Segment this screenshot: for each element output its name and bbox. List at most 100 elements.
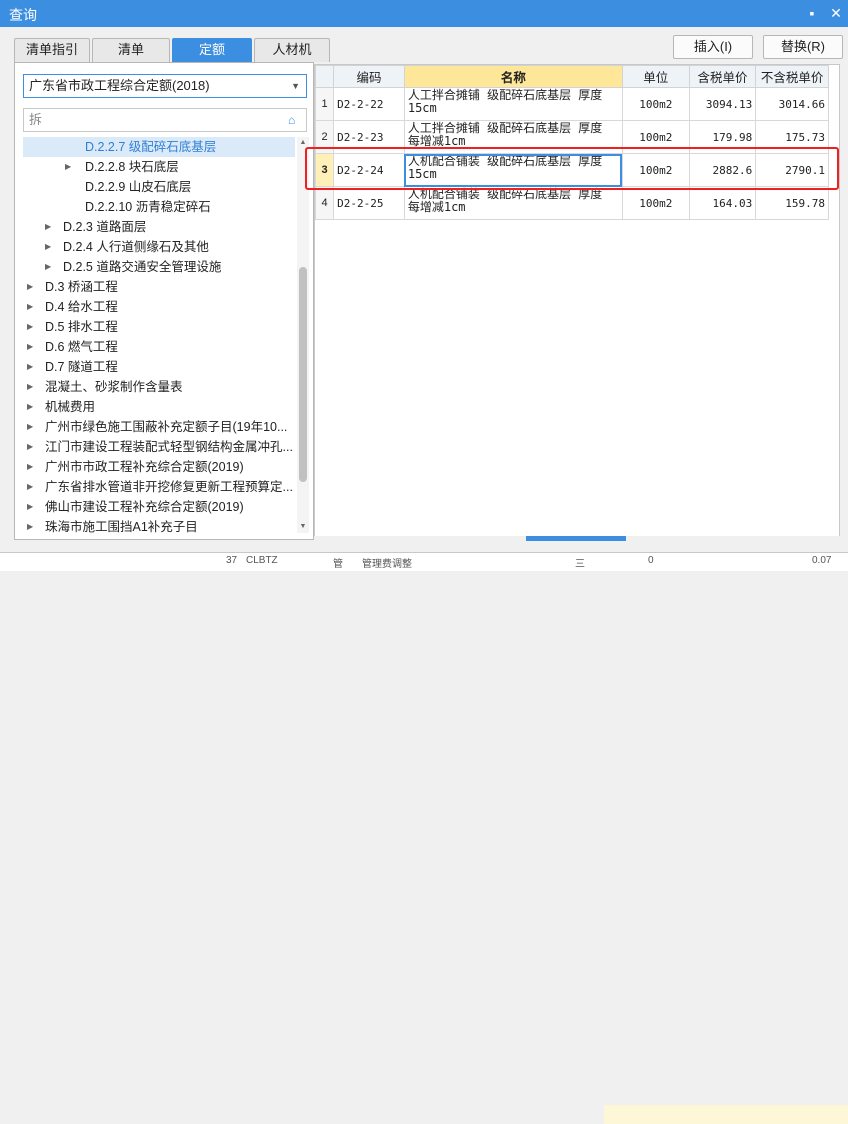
tab-bill[interactable]: 清单 xyxy=(92,38,170,62)
header-name[interactable]: 名称 xyxy=(403,65,623,88)
row-index[interactable]: 3 xyxy=(314,153,335,187)
expand-arrow-icon[interactable]: ▶ xyxy=(45,257,55,277)
cell-name[interactable]: 人机配合铺装 级配碎石底基层 厚度 每增减1cm xyxy=(403,186,623,220)
tree-item[interactable]: ▶ 佛山市建设工程补充综合定额(2019) xyxy=(23,497,295,517)
tab-bill-guide[interactable]: 清单指引 xyxy=(14,38,90,62)
search-value: 拆 xyxy=(29,112,43,127)
header-price-tax[interactable]: 含税单价 xyxy=(688,65,757,88)
header-unit[interactable]: 单位 xyxy=(621,65,690,88)
scroll-up-icon[interactable]: ▲ xyxy=(297,137,309,149)
header-code[interactable]: 编码 xyxy=(333,65,405,88)
replace-button[interactable]: 替换(R) xyxy=(763,35,843,59)
cell-unit[interactable]: 100m2 xyxy=(621,186,690,220)
cell-price-tax[interactable]: 179.98 xyxy=(688,120,757,154)
tree-item[interactable]: ▶ D.7 隧道工程 xyxy=(23,357,295,377)
cell-code[interactable]: D2-2-22 xyxy=(333,87,405,121)
expand-arrow-icon[interactable]: ▶ xyxy=(45,237,55,257)
cell-name[interactable]: 人工拌合摊铺 级配碎石底基层 厚度 15cm xyxy=(403,87,623,121)
expand-arrow-icon[interactable]: ▶ xyxy=(27,497,37,517)
tab-quota[interactable]: 定额 xyxy=(172,38,252,62)
cell-price-tax[interactable]: 2882.6 xyxy=(688,153,757,187)
search-filter-icon[interactable]: ⌂ xyxy=(288,113,302,127)
tree-item[interactable]: ▶ 混凝土、砂浆制作含量表 xyxy=(23,377,295,397)
scroll-down-icon[interactable]: ▼ xyxy=(297,521,309,533)
tree-item[interactable]: ▶ 珠海市施工围挡A1补充子目 xyxy=(23,517,295,533)
search-input[interactable]: 拆 ⌂ xyxy=(23,108,307,132)
minimize-icon[interactable]: ▪ xyxy=(802,3,822,23)
cell-price-notax[interactable]: 2790.1 xyxy=(755,153,829,187)
tree-item[interactable]: ▶ 机械费用 xyxy=(23,397,295,417)
grid-hscrollbar[interactable] xyxy=(314,536,840,542)
chevron-down-icon[interactable]: ▼ xyxy=(291,75,300,97)
tree-item[interactable]: ▶ D.3 桥涵工程 xyxy=(23,277,295,297)
table-row[interactable]: 2 D2-2-23 人工拌合摊铺 级配碎石底基层 厚度 每增减1cm 100m2 179… xyxy=(314,120,829,154)
expand-arrow-icon[interactable]: ▶ xyxy=(27,397,37,417)
tree-item[interactable]: ▶ 广州市绿色施工围蔽补充定额子目(19年10... xyxy=(23,417,295,437)
tree-item-label: D.2.2.7 级配碎石底基层 xyxy=(85,140,217,154)
hscroll-thumb[interactable] xyxy=(526,536,626,541)
expand-arrow-icon[interactable]: ▶ xyxy=(27,377,37,397)
expand-arrow-icon[interactable]: ▶ xyxy=(27,297,37,317)
cell-price-notax[interactable]: 3014.66 xyxy=(755,87,829,121)
cell-price-notax[interactable]: 159.78 xyxy=(755,186,829,220)
cell-name[interactable]: 人机配合铺装 级配碎石底基层 厚度 15cm xyxy=(403,153,623,187)
table-row[interactable]: 3 D2-2-24 人机配合铺装 级配碎石底基层 厚度 15cm 100m2 2882.… xyxy=(314,153,829,187)
table-row[interactable]: 4 D2-2-25 人机配合铺装 级配碎石底基层 厚度 每增减1cm 100m2 164… xyxy=(314,186,829,220)
query-window: 查询 ▪ ✕ 清单指引 清单 定额 人材机 插入(I) 替换(R) 广东省市政工… xyxy=(0,0,848,1124)
header-index xyxy=(314,65,335,88)
tree-item[interactable]: ▶ D.6 燃气工程 xyxy=(23,337,295,357)
tree-item[interactable]: D.2.2.10 沥青稳定碎石 xyxy=(23,197,295,217)
tree-item[interactable]: ▶ D.2.2.8 块石底层 xyxy=(23,157,295,177)
expand-arrow-icon[interactable]: ▶ xyxy=(27,517,37,533)
quota-library-select[interactable]: 广东省市政工程综合定额(2018) ▼ xyxy=(23,74,307,98)
tree-scrollbar[interactable]: ▲ ▼ xyxy=(297,137,309,533)
tree-item[interactable]: ▶ D.5 排水工程 xyxy=(23,317,295,337)
title-bar: 查询 ▪ ✕ xyxy=(0,0,848,27)
row-index[interactable]: 1 xyxy=(314,87,335,121)
expand-arrow-icon[interactable]: ▶ xyxy=(27,477,37,497)
tree-item-label: 机械费用 xyxy=(45,400,96,414)
tree-item-label: D.2.3 道路面层 xyxy=(63,220,147,234)
expand-arrow-icon[interactable]: ▶ xyxy=(65,157,75,177)
expand-arrow-icon[interactable]: ▶ xyxy=(27,337,37,357)
header-price-notax[interactable]: 不含税单价 xyxy=(755,65,829,88)
table-row[interactable]: 1 D2-2-22 人工拌合摊铺 级配碎石底基层 厚度 15cm 100m2 3094.… xyxy=(314,87,829,121)
cell-unit[interactable]: 100m2 xyxy=(621,120,690,154)
cell-unit[interactable]: 100m2 xyxy=(621,87,690,121)
cell-price-tax[interactable]: 3094.13 xyxy=(688,87,757,121)
cell-code[interactable]: D2-2-23 xyxy=(333,120,405,154)
tree-item-label: D.3 桥涵工程 xyxy=(45,280,118,294)
expand-arrow-icon[interactable]: ▶ xyxy=(27,317,37,337)
quota-table: 编码 名称 单位 含税单价 不含税单价 1 D2-2-22 人工拌合摊铺 级配碎石底… xyxy=(314,65,829,220)
cell-price-tax[interactable]: 164.03 xyxy=(688,186,757,220)
insert-button[interactable]: 插入(I) xyxy=(673,35,753,59)
tree-item[interactable]: ▶ D.4 给水工程 xyxy=(23,297,295,317)
tree-item[interactable]: ▶ 广州市市政工程补充综合定额(2019) xyxy=(23,457,295,477)
tab-materials[interactable]: 人材机 xyxy=(254,38,330,62)
expand-arrow-icon[interactable]: ▶ xyxy=(27,457,37,477)
scroll-thumb[interactable] xyxy=(299,267,307,482)
expand-arrow-icon[interactable]: ▶ xyxy=(45,217,55,237)
row-index[interactable]: 4 xyxy=(314,186,335,220)
cell-code[interactable]: D2-2-24 xyxy=(333,153,405,187)
tree-item[interactable]: D.2.2.9 山皮石底层 xyxy=(23,177,295,197)
bg-val1: 0 xyxy=(648,555,654,566)
tree-item[interactable]: ▶ 广东省排水管道非开挖修复更新工程预算定... xyxy=(23,477,295,497)
cell-unit[interactable]: 100m2 xyxy=(621,153,690,187)
tree-item[interactable]: D.2.2.7 级配碎石底基层 xyxy=(23,137,295,157)
cell-name[interactable]: 人工拌合摊铺 级配碎石底基层 厚度 每增减1cm xyxy=(403,120,623,154)
close-icon[interactable]: ✕ xyxy=(826,3,846,23)
tree-item[interactable]: ▶ D.2.5 道路交通安全管理设施 xyxy=(23,257,295,277)
row-index[interactable]: 2 xyxy=(314,120,335,154)
cell-price-notax[interactable]: 175.73 xyxy=(755,120,829,154)
expand-arrow-icon[interactable]: ▶ xyxy=(27,277,37,297)
tree-item[interactable]: ▶ D.2.4 人行道侧缘石及其他 xyxy=(23,237,295,257)
cell-code[interactable]: D2-2-25 xyxy=(333,186,405,220)
expand-arrow-icon[interactable]: ▶ xyxy=(27,437,37,457)
expand-arrow-icon[interactable]: ▶ xyxy=(27,357,37,377)
tree-item[interactable]: ▶ 江门市建设工程装配式轻型钢结构金属冲孔... xyxy=(23,437,295,457)
bg-num: 37 xyxy=(226,555,238,566)
expand-arrow-icon[interactable]: ▶ xyxy=(27,417,37,437)
tree-item[interactable]: ▶ D.2.3 道路面层 xyxy=(23,217,295,237)
quota-library-value: 广东省市政工程综合定额(2018) xyxy=(29,78,210,93)
